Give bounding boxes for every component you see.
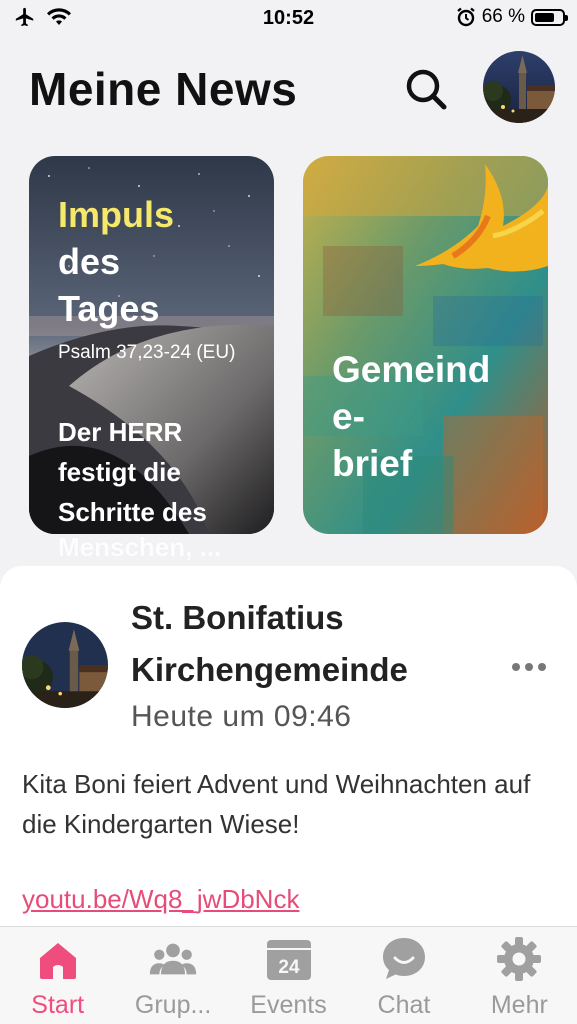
more-dot-icon (525, 663, 533, 671)
gemeindebrief-title-line-1: Gemeind (332, 349, 491, 390)
chat-icon (380, 935, 428, 983)
tab-groups[interactable]: Grup... (115, 927, 230, 1024)
battery-icon (531, 8, 568, 26)
status-bar: 10:52 66 % (0, 0, 577, 38)
tab-chat-label: Chat (377, 991, 431, 1019)
gemeindebrief-card[interactable]: Gemeind e- brief (303, 156, 548, 534)
impuls-title-line-3: Tages (58, 288, 160, 329)
battery-percent: 66 % (481, 6, 525, 27)
impuls-title-highlight: Impuls (58, 194, 175, 235)
calendar-day: 24 (278, 957, 300, 978)
gemeindebrief-title-line-3: brief (332, 443, 413, 484)
calendar-icon: 24 (265, 935, 313, 983)
gemeindebrief-title: Gemeind e- brief (332, 346, 522, 487)
tab-mehr-label: Mehr (490, 991, 548, 1019)
impuls-verse: Der HERR festigt die Schritte des (58, 417, 207, 527)
post-author-name[interactable]: St. Bonifatius Kirchengemeinde (131, 592, 481, 696)
impuls-reference: Psalm 37,23-24 (EU) (58, 342, 236, 363)
tab-events[interactable]: 24 Events (231, 927, 346, 1024)
search-button[interactable] (402, 66, 450, 114)
more-dot-icon (512, 663, 520, 671)
post-link[interactable]: youtu.be/Wq8_jwDbNck (22, 884, 299, 915)
tab-bar: Start Grup... 24 Events Chat Mehr (0, 926, 577, 1024)
page-title: Meine News (29, 63, 298, 115)
tab-start-label: Start (31, 991, 85, 1019)
status-right: 66 % (456, 6, 568, 28)
post-timestamp: Heute um 09:46 (131, 700, 352, 733)
impuls-title-line-2: des (58, 241, 121, 282)
church-avatar-image (22, 622, 108, 708)
avatar[interactable] (483, 51, 555, 123)
post-author-avatar[interactable] (22, 622, 108, 708)
impuls-verse-overflow: Menschen, ... (58, 532, 222, 562)
church-avatar-image (483, 51, 555, 123)
gemeindebrief-title-line-2: e- (332, 396, 365, 437)
more-dot-icon (538, 663, 546, 671)
tab-start[interactable]: Start (0, 927, 115, 1024)
gear-icon (495, 935, 543, 983)
search-icon (406, 69, 447, 110)
impuls-card[interactable]: Impuls des Tages Psalm 37,23-24 (EU) Der… (29, 156, 274, 534)
post-text: Kita Boni feiert Advent und Weihnachten … (22, 769, 531, 839)
groups-icon (149, 935, 197, 983)
impuls-title: Impuls des Tages (58, 191, 258, 332)
tab-groups-label: Grup... (134, 991, 212, 1019)
tab-chat[interactable]: Chat (346, 927, 461, 1024)
alarm-icon (456, 7, 475, 27)
home-icon (34, 935, 82, 983)
post-more-button[interactable] (512, 659, 548, 675)
tab-mehr[interactable]: Mehr (462, 927, 577, 1024)
tab-events-label: Events (250, 991, 327, 1019)
news-post[interactable]: St. Bonifatius Kirchengemeinde Heute um … (0, 566, 577, 926)
